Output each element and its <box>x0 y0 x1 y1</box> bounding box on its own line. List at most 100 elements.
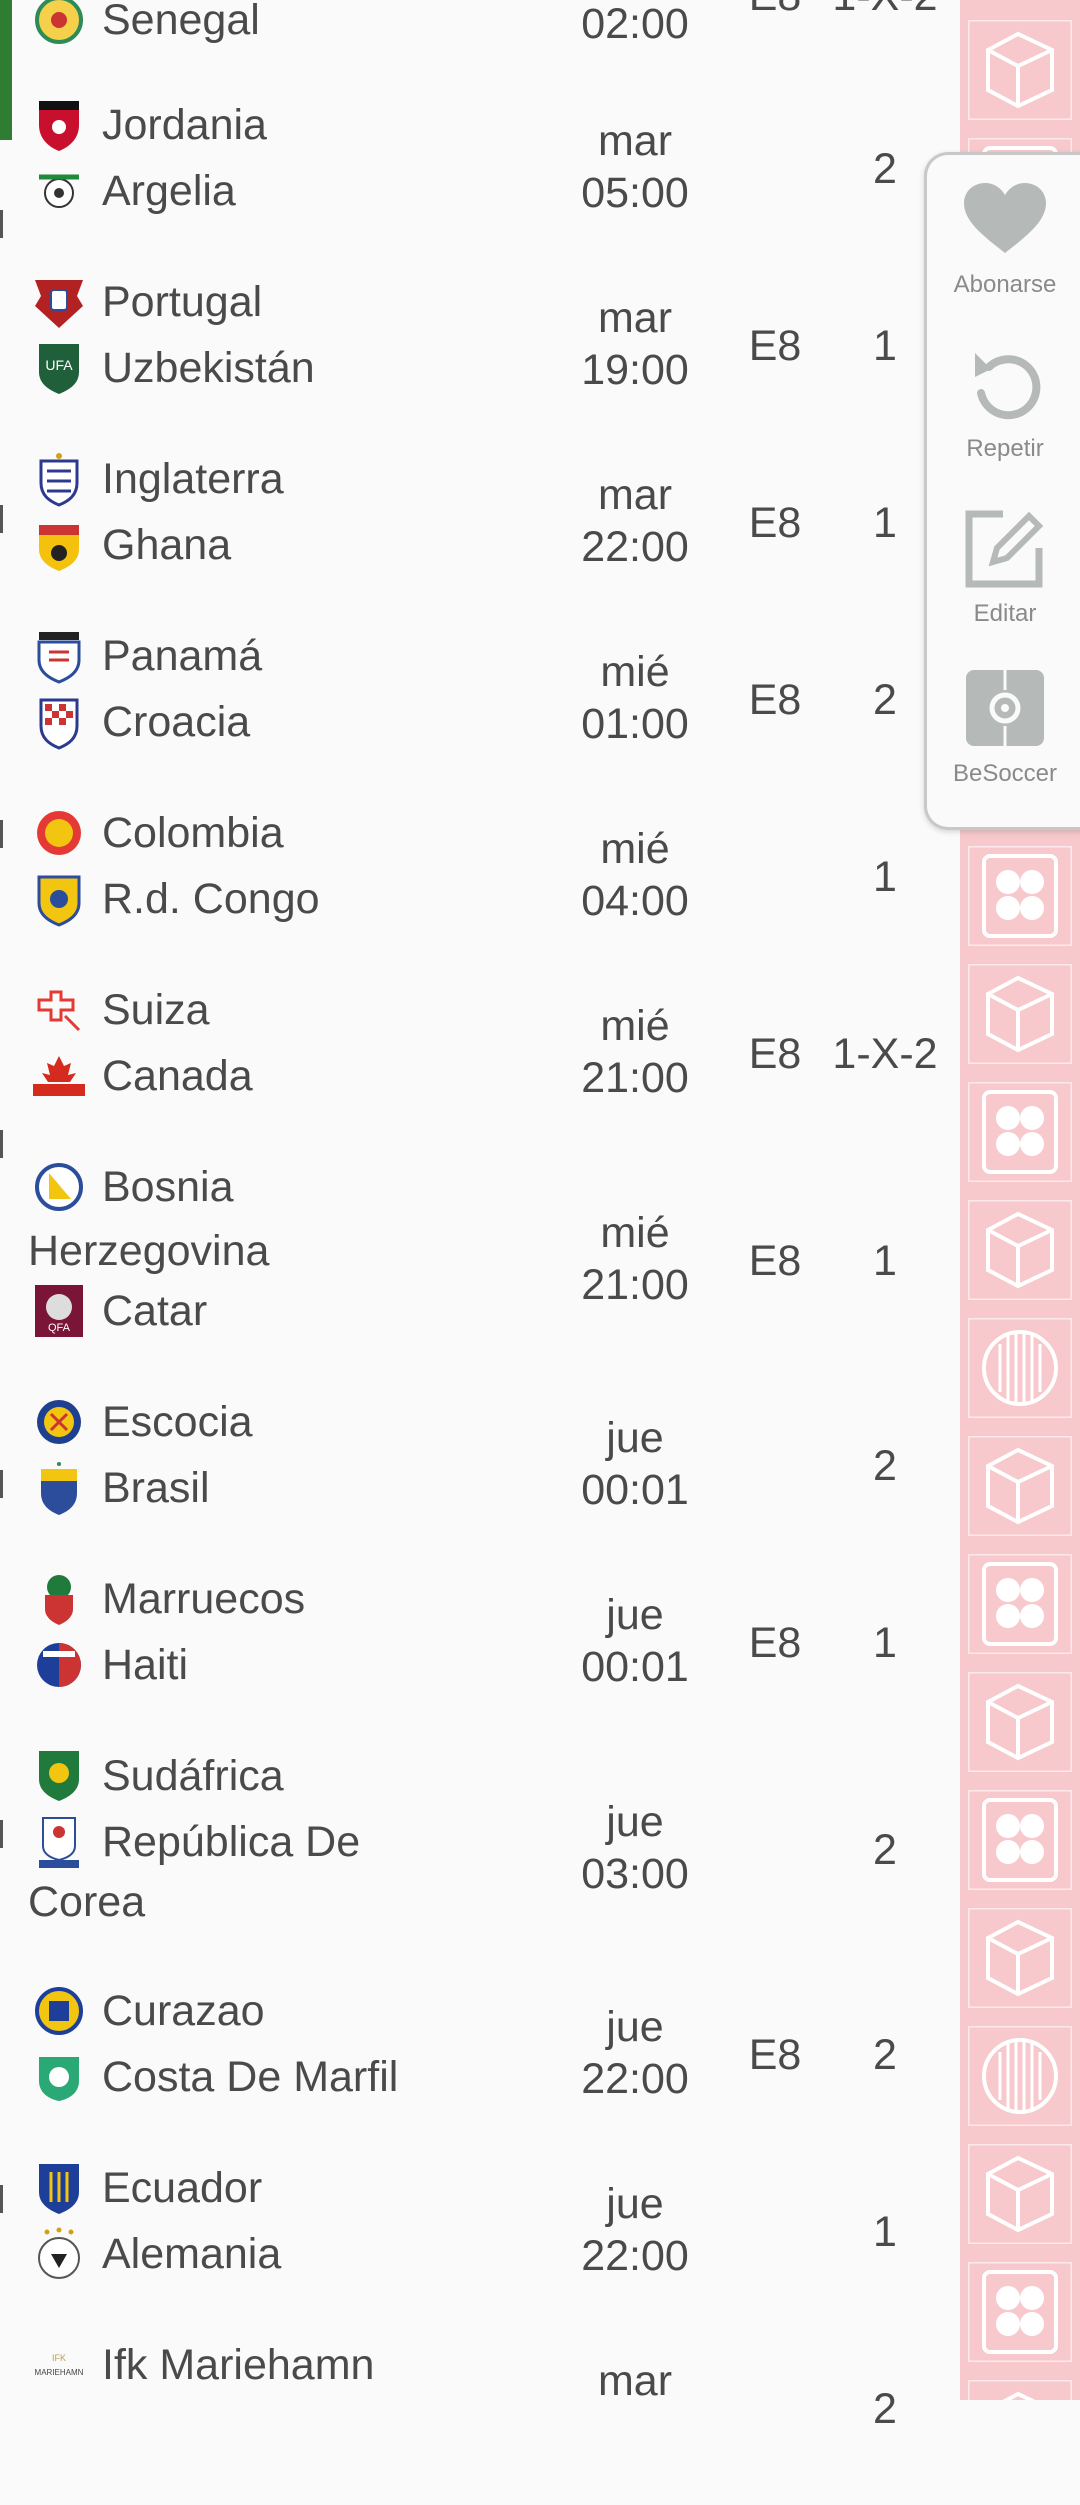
pattern-flower-icon <box>966 1552 1074 1656</box>
match-time: 21:00 <box>581 1054 689 1102</box>
home-team-name: Portugal <box>102 277 263 326</box>
home-team-name: Curazao <box>102 1986 265 2035</box>
pattern-cube-icon <box>966 962 1074 1066</box>
match-row[interactable]: IFK MARIEHAMN Ifk Mariehamn mar 2 <box>0 2335 960 2505</box>
match-tag: E8 <box>748 676 802 724</box>
heart-icon <box>927 171 1080 267</box>
home-team: Inglaterra <box>30 449 284 509</box>
match-tag: E8 <box>748 1619 802 1667</box>
pattern-cube-icon <box>966 1198 1074 1302</box>
away-team-name: Uzbekistán <box>102 343 315 392</box>
croatia-crest-icon <box>30 693 88 751</box>
away-team: R.d. Congo <box>30 869 320 929</box>
match-datetime: mié 01:00 <box>560 646 710 750</box>
besoccer-icon <box>927 660 1080 756</box>
match-row[interactable]: Escocia Brasil jue 00:01 2 <box>0 1392 960 1562</box>
pattern-flower-icon <box>966 1788 1074 1892</box>
korea-crest-icon <box>30 1813 88 1871</box>
home-team-name: Jordania <box>102 100 267 149</box>
match-time: 02:00 <box>581 0 689 48</box>
repeat-button[interactable]: Repetir <box>927 335 1080 463</box>
match-datetime: mié 21:00 <box>560 1207 710 1311</box>
england-crest-icon <box>30 450 88 508</box>
brazil-crest-icon <box>30 1459 88 1517</box>
home-team-name: Bosnia <box>102 1162 234 1211</box>
home-team-name: Sudáfrica <box>102 1751 284 1800</box>
pattern-flower-icon <box>966 2260 1074 2364</box>
match-time: 04:00 <box>581 877 689 925</box>
match-row[interactable]: Colombia R.d. Congo mié 04:00 1 <box>0 803 960 973</box>
match-day: mié <box>600 825 670 873</box>
match-row[interactable]: Inglaterra Ghana mar 22:00 E8 1 <box>0 449 960 619</box>
dr-congo-crest-icon <box>30 870 88 928</box>
away-team-name: R.d. Congo <box>102 874 320 923</box>
match-day: jue <box>606 1591 664 1639</box>
match-datetime: mar 05:00 <box>560 115 710 219</box>
subscribe-button[interactable]: Abonarse <box>927 171 1080 299</box>
match-day: mié <box>600 648 670 696</box>
match-row[interactable]: Portugal UFA Uzbekistán mar 19:00 E8 1 <box>0 272 960 442</box>
match-time: 19:00 <box>581 346 689 394</box>
match-row[interactable]: Sudáfrica República De Corea jue 03:00 2 <box>0 1746 960 1956</box>
match-row[interactable]: Jordania Argelia mar 05:00 2 <box>0 95 960 265</box>
match-row[interactable]: Ecuador Alemania jue 22:00 1 <box>0 2158 960 2328</box>
match-pick: 1 <box>873 2208 897 2256</box>
away-team: Croacia <box>30 692 250 752</box>
match-time: 05:00 <box>581 169 689 217</box>
match-time: 22:00 <box>581 2232 689 2280</box>
home-team: Senegal <box>30 0 260 50</box>
match-day: jue <box>606 2003 664 2051</box>
ivory-coast-crest-icon <box>30 2048 88 2106</box>
match-time: 01:00 <box>581 700 689 748</box>
match-pick: 1 <box>873 1237 897 1285</box>
away-team: Alemania <box>30 2224 281 2284</box>
besoccer-button[interactable]: BeSoccer <box>927 660 1080 788</box>
home-team: Sudáfrica <box>30 1746 284 1806</box>
match-time: 22:00 <box>581 523 689 571</box>
away-team: Brasil <box>30 1458 210 1518</box>
ifk-mariehamn-crest-icon: IFK MARIEHAMN <box>30 2336 88 2394</box>
match-pick: 1-X-2 <box>820 0 950 21</box>
match-row[interactable]: Marruecos Haiti jue 00:01 E8 1 <box>0 1569 960 1739</box>
match-day: jue <box>606 1798 664 1846</box>
scotland-crest-icon <box>30 1393 88 1451</box>
match-row[interactable]: Bosnia Herzegovina QFA Catar mié 21:00 E… <box>0 1157 960 1367</box>
match-day: mar <box>597 2357 673 2405</box>
match-row[interactable]: Suiza Canada mié 21:00 E8 1-X-2 <box>0 980 960 1150</box>
match-day: mar <box>597 117 673 165</box>
away-team: Canada <box>30 1046 253 1106</box>
jordan-crest-icon <box>30 96 88 154</box>
pattern-disc-icon <box>966 2024 1074 2128</box>
svg-text:MARIEHAMN: MARIEHAMN <box>35 2368 84 2377</box>
home-team: IFK MARIEHAMN Ifk Mariehamn <box>30 2335 375 2395</box>
home-team: Portugal <box>30 272 262 332</box>
match-tag: E8 <box>748 1030 802 1078</box>
home-team: Bosnia <box>30 1157 233 1217</box>
match-datetime: jue 00:01 <box>560 1412 710 1516</box>
home-team-name: Escocia <box>102 1397 253 1446</box>
home-team: Panamá <box>30 626 262 686</box>
match-day: mié <box>600 1209 670 1257</box>
match-time: 00:01 <box>581 1466 689 1514</box>
refresh-icon <box>927 335 1080 431</box>
svg-text:UFA: UFA <box>45 357 73 373</box>
match-day: jue <box>606 2180 664 2228</box>
match-day: mar <box>597 294 673 342</box>
subscribe-label: Abonarse <box>953 271 1057 298</box>
ecuador-crest-icon <box>30 2159 88 2217</box>
home-team: Suiza <box>30 980 210 1040</box>
match-tag: E8 <box>748 2031 802 2079</box>
away-team-name: Croacia <box>102 697 251 746</box>
pattern-cube-icon <box>966 1434 1074 1538</box>
match-datetime: mié 04:00 <box>560 823 710 927</box>
match-datetime: jue 00:01 <box>560 1589 710 1693</box>
edit-icon <box>927 500 1080 596</box>
match-row[interactable]: Panamá Croacia mié 01:00 E8 2 <box>0 626 960 796</box>
away-team: UFA Uzbekistán <box>30 338 315 398</box>
home-team-name: Marruecos <box>102 1574 306 1623</box>
home-team-name: Ecuador <box>102 2163 263 2212</box>
edit-label: Editar <box>973 600 1037 627</box>
panama-crest-icon <box>30 627 88 685</box>
edit-button[interactable]: Editar <box>927 500 1080 628</box>
match-row[interactable]: Curazao Costa De Marfil jue 22:00 E8 2 <box>0 1981 960 2151</box>
